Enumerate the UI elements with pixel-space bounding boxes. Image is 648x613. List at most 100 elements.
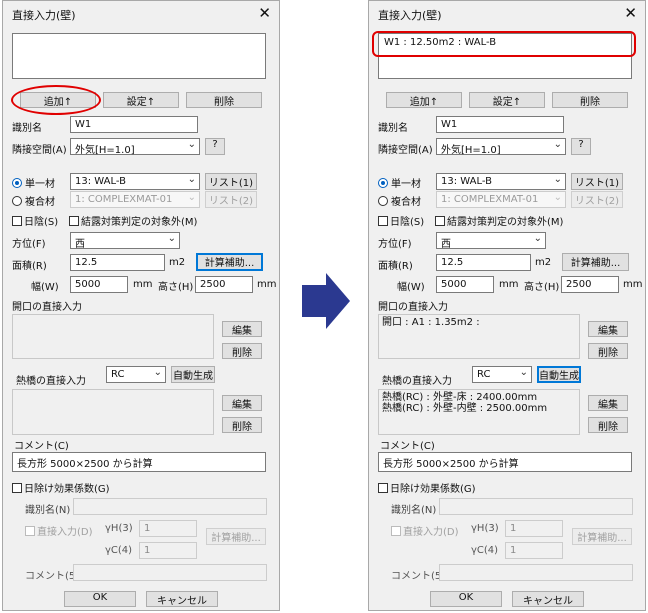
bridge-edit-button[interactable]: 編集 <box>222 395 262 411</box>
single-material-select[interactable]: 13: WAL-B ⌄ <box>436 173 566 190</box>
sunshade-comment-input[interactable] <box>73 564 267 581</box>
opening-list[interactable] <box>12 314 214 359</box>
bridge-delete-button[interactable]: 削除 <box>222 417 262 433</box>
bridge-delete-button[interactable]: 削除 <box>588 417 628 433</box>
checkbox-icon <box>12 483 22 493</box>
composite-material-select[interactable]: 1: COMPLEXMAT-01 ⌄ <box>70 191 200 208</box>
width-input[interactable]: 5000 <box>436 276 494 293</box>
composite-material-select[interactable]: 1: COMPLEXMAT-01 ⌄ <box>436 191 566 208</box>
height-unit: mm <box>623 279 643 290</box>
width-input[interactable]: 5000 <box>70 276 128 293</box>
sunshade-calc-button[interactable]: 計算補助... <box>572 528 632 545</box>
height-input[interactable]: 2500 <box>195 276 253 293</box>
bridge-list[interactable]: 熱橋(RC) : 外壁-床 : 2400.00mm 熱橋(RC) : 外壁-内壁… <box>378 389 580 435</box>
area-input[interactable]: 12.5 <box>436 254 531 271</box>
checkbox-icon <box>435 216 445 226</box>
width-unit: mm <box>499 279 519 290</box>
delete-button[interactable]: 削除 <box>552 92 628 108</box>
sunshade-id-input[interactable] <box>73 498 267 515</box>
chevron-down-icon: ⌄ <box>553 192 562 203</box>
adjacent-select[interactable]: 外気[H=1.0] ⌄ <box>436 138 566 156</box>
height-input[interactable]: 2500 <box>561 276 619 293</box>
bridge-select[interactable]: RC ⌄ <box>472 366 532 383</box>
direct-input-checkbox[interactable]: 直接入力(D) <box>25 523 93 538</box>
list-box[interactable] <box>12 33 266 79</box>
set-button[interactable]: 設定↑ <box>469 92 545 108</box>
gamma-h-label: γH(3) <box>471 523 499 534</box>
set-button[interactable]: 設定↑ <box>103 92 179 108</box>
comment-input[interactable]: 長方形 5000×2500 から計算 <box>12 452 266 472</box>
bridge-list[interactable] <box>12 389 214 435</box>
gamma-c-input[interactable]: 1 <box>505 542 563 559</box>
bridge-select[interactable]: RC ⌄ <box>106 366 166 383</box>
sunshade-checkbox[interactable]: 日除け効果係数(G) <box>378 480 476 495</box>
auto-generate-button[interactable]: 自動生成 <box>537 366 581 383</box>
dialog-before: 直接入力(壁) ✕ 追加↑ 設定↑ 削除 識別名 W1 隣接空間(A) 外気[H… <box>2 0 280 611</box>
direction-select[interactable]: 西 ⌄ <box>436 232 546 250</box>
radio-unselected-icon <box>12 196 22 206</box>
sunshade-comment-input[interactable] <box>439 564 633 581</box>
width-label: 幅(W) <box>31 282 59 293</box>
height-label: 高さ(H) <box>158 282 194 293</box>
cancel-button[interactable]: キャンセル <box>146 591 218 607</box>
checkbox-icon <box>378 216 388 226</box>
close-icon[interactable]: ✕ <box>258 4 271 22</box>
id-input[interactable]: W1 <box>436 116 564 133</box>
checkbox-icon <box>378 483 388 493</box>
composite-material-label: 複合材 <box>391 197 421 208</box>
add-button[interactable]: 追加↑ <box>386 92 462 108</box>
comment-label: コメント(C) <box>380 441 435 452</box>
direct-input-checkbox[interactable]: 直接入力(D) <box>391 523 459 538</box>
shade-checkbox[interactable]: 日陰(S) <box>378 213 424 228</box>
opening-edit-button[interactable]: 編集 <box>588 321 628 337</box>
checkbox-icon <box>391 526 401 536</box>
list2-button[interactable]: リスト(2) <box>205 191 257 208</box>
auto-generate-button[interactable]: 自動生成 <box>171 366 215 383</box>
close-icon[interactable]: ✕ <box>624 4 637 22</box>
condensation-label: 結露対策判定の対象外(M) <box>81 217 198 228</box>
opening-delete-button[interactable]: 削除 <box>222 343 262 359</box>
condensation-checkbox[interactable]: 結露対策判定の対象外(M) <box>69 213 197 228</box>
opening-delete-button[interactable]: 削除 <box>588 343 628 359</box>
ok-button[interactable]: OK <box>430 591 502 607</box>
gamma-h-input[interactable]: 1 <box>505 520 563 537</box>
sunshade-id-input[interactable] <box>439 498 633 515</box>
composite-material-radio[interactable]: 複合材 <box>12 193 55 208</box>
opening-list[interactable]: 開口 : A1 : 1.35m2 : <box>378 314 580 359</box>
chevron-down-icon: ⌄ <box>153 367 162 378</box>
bridge-edit-button[interactable]: 編集 <box>588 395 628 411</box>
single-material-radio[interactable]: 単一材 <box>12 175 55 190</box>
cancel-button[interactable]: キャンセル <box>512 591 584 607</box>
sunshade-id-label: 識別名(N) <box>391 505 437 516</box>
opening-edit-button[interactable]: 編集 <box>222 321 262 337</box>
list1-button[interactable]: リスト(1) <box>571 173 623 190</box>
shade-label: 日陰(S) <box>24 217 59 228</box>
shade-checkbox[interactable]: 日陰(S) <box>12 213 58 228</box>
help-button[interactable]: ? <box>205 138 225 155</box>
adjacent-select[interactable]: 外気[H=1.0] ⌄ <box>70 138 200 156</box>
sunshade-checkbox[interactable]: 日除け効果係数(G) <box>12 480 110 495</box>
list2-button[interactable]: リスト(2) <box>571 191 623 208</box>
checkbox-icon <box>69 216 79 226</box>
radio-selected-icon <box>12 178 22 188</box>
ok-button[interactable]: OK <box>64 591 136 607</box>
composite-material-radio[interactable]: 複合材 <box>378 193 421 208</box>
id-input[interactable]: W1 <box>70 116 198 133</box>
height-label: 高さ(H) <box>524 282 560 293</box>
delete-button[interactable]: 削除 <box>186 92 262 108</box>
sunshade-calc-button[interactable]: 計算補助... <box>206 528 266 545</box>
direction-value: 西 <box>441 239 451 250</box>
direction-select[interactable]: 西 ⌄ <box>70 232 180 250</box>
calc-assist-button[interactable]: 計算補助... <box>196 253 263 271</box>
single-material-select[interactable]: 13: WAL-B ⌄ <box>70 173 200 190</box>
opening-title: 開口の直接入力 <box>378 302 448 313</box>
calc-assist-button[interactable]: 計算補助... <box>562 253 629 271</box>
gamma-h-input[interactable]: 1 <box>139 520 197 537</box>
list1-button[interactable]: リスト(1) <box>205 173 257 190</box>
gamma-c-input[interactable]: 1 <box>139 542 197 559</box>
comment-input[interactable]: 長方形 5000×2500 から計算 <box>378 452 632 472</box>
single-material-radio[interactable]: 単一材 <box>378 175 421 190</box>
area-input[interactable]: 12.5 <box>70 254 165 271</box>
help-button[interactable]: ? <box>571 138 591 155</box>
condensation-checkbox[interactable]: 結露対策判定の対象外(M) <box>435 213 563 228</box>
